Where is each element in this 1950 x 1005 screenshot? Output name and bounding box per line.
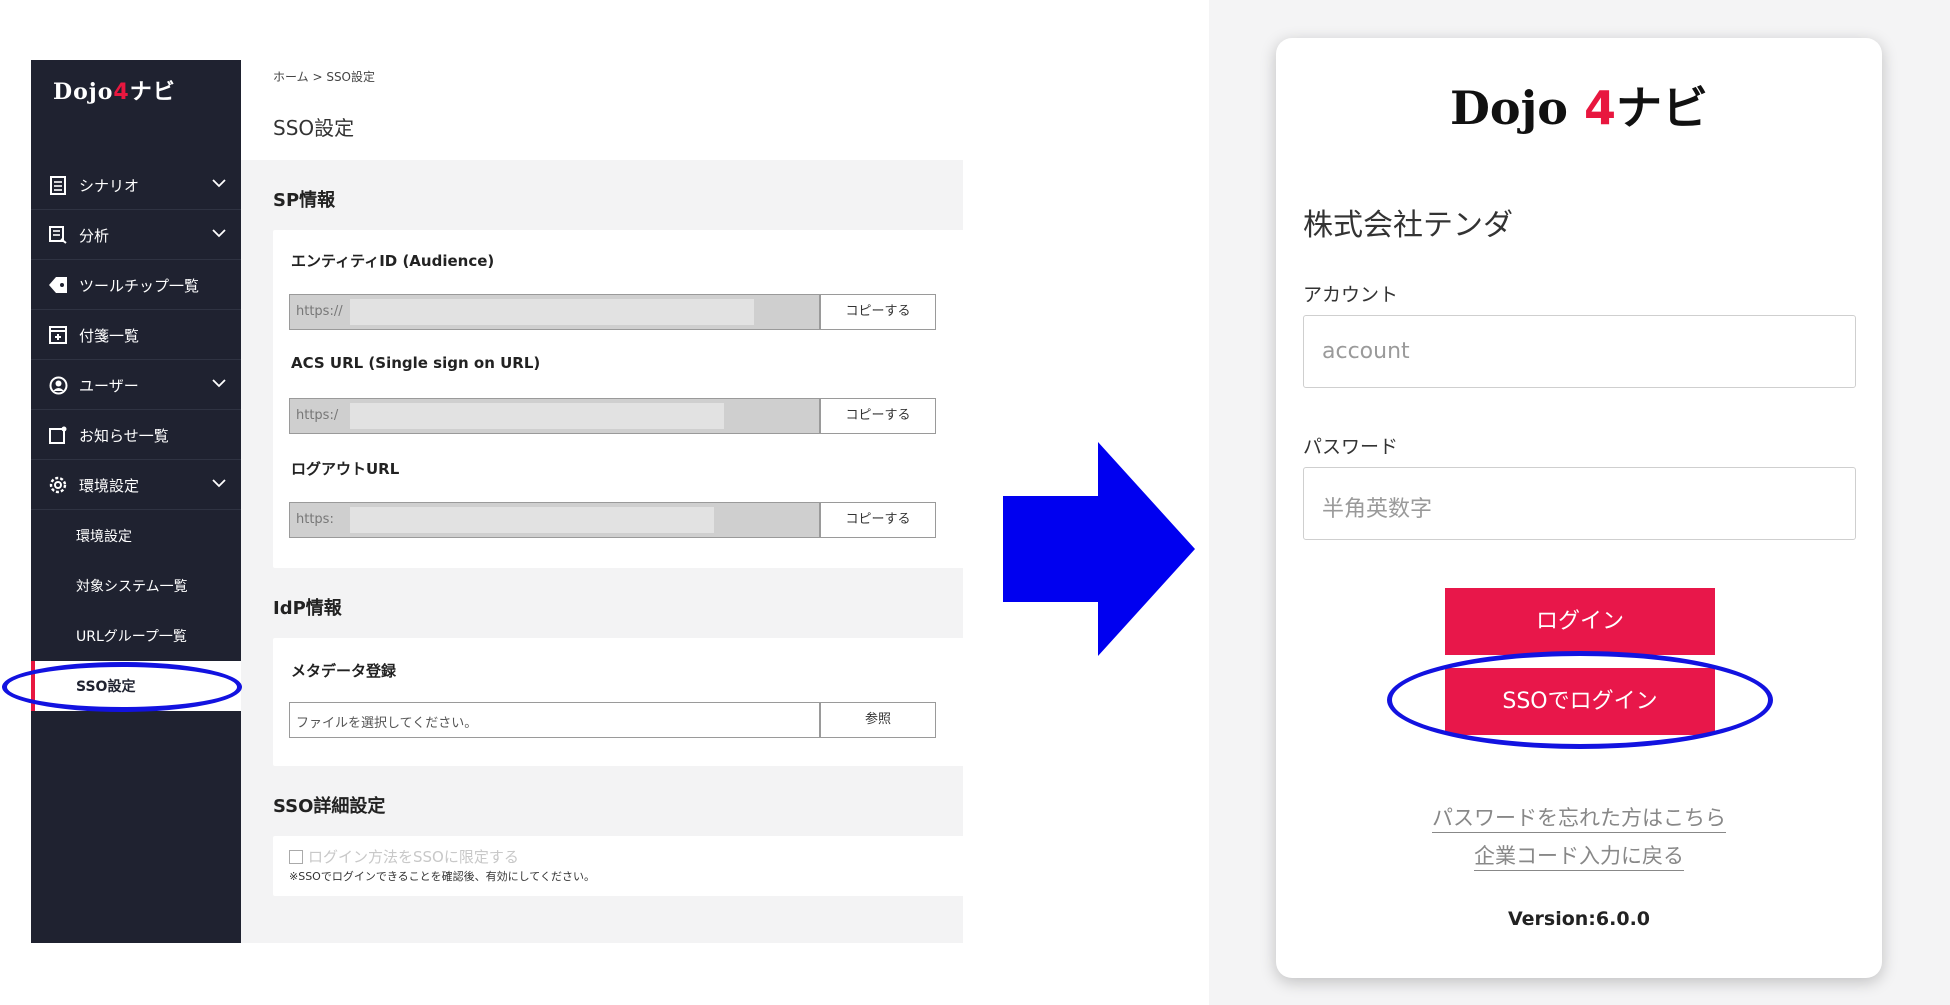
account-label: アカウント bbox=[1303, 284, 1399, 306]
entity-id-label: エンティティID (Audience) bbox=[291, 252, 495, 270]
idp-info-card: メタデータ登録 ファイルを選択してください。 参照 bbox=[273, 638, 963, 766]
highlight-ellipse bbox=[1387, 651, 1773, 749]
notification-icon bbox=[47, 424, 69, 446]
sidebar-item-label: 分析 bbox=[79, 226, 110, 245]
chevron-down-icon bbox=[212, 479, 226, 488]
idp-section-title: IdP情報 bbox=[273, 598, 342, 619]
sidebar-item-scenario[interactable]: シナリオ bbox=[31, 161, 241, 210]
logout-url-label: ログアウトURL bbox=[291, 460, 400, 478]
sso-detail-title: SSO詳細設定 bbox=[273, 796, 386, 817]
copy-logout-url-button[interactable]: コピーする bbox=[820, 502, 936, 538]
tag-icon bbox=[47, 274, 69, 296]
sidebar-item-notifications[interactable]: お知らせ一覧 bbox=[31, 411, 241, 460]
version-label: Version:6.0.0 bbox=[1507, 908, 1651, 930]
metadata-file-input[interactable]: ファイルを選択してください。 bbox=[289, 702, 820, 738]
sidebar-item-label: 付箋一覧 bbox=[79, 326, 140, 345]
sidebar: Dojo4ナビ シナリオ 分析 ツールチップ一覧 付箋一覧 ユーザー お知らせ一… bbox=[31, 60, 241, 943]
sidebar-item-tooltips[interactable]: ツールチップ一覧 bbox=[31, 261, 241, 310]
copy-acs-url-button[interactable]: コピーする bbox=[820, 398, 936, 434]
sidebar-item-label: シナリオ bbox=[79, 176, 140, 195]
password-label: パスワード bbox=[1303, 436, 1399, 458]
chevron-down-icon bbox=[212, 379, 226, 388]
forgot-password-link[interactable]: パスワードを忘れた方はこちら bbox=[1276, 802, 1882, 833]
highlight-ellipse bbox=[2, 662, 242, 712]
sidebar-item-users[interactable]: ユーザー bbox=[31, 361, 241, 410]
user-circle-icon bbox=[47, 374, 69, 396]
sso-note: ※SSOでログインできることを確認後、有効にしてください。 bbox=[289, 870, 595, 883]
acs-url-field[interactable]: https:/ bbox=[289, 398, 820, 434]
arrow-right-icon bbox=[1003, 442, 1195, 656]
analytics-icon bbox=[47, 224, 69, 246]
breadcrumb[interactable]: ホーム > SSO設定 bbox=[273, 68, 375, 85]
logout-url-field[interactable]: https: bbox=[289, 502, 820, 538]
main-content: ホーム > SSO設定 SSO設定 SP情報 エンティティID (Audienc… bbox=[241, 60, 963, 943]
copy-entity-id-button[interactable]: コピーする bbox=[820, 294, 936, 330]
browse-button[interactable]: 参照 bbox=[820, 702, 936, 738]
sidebar-item-label: ユーザー bbox=[79, 376, 139, 395]
sticky-note-icon bbox=[47, 324, 69, 346]
sidebar-item-label: 環境設定 bbox=[79, 476, 140, 495]
admin-screenshot: Dojo4ナビ シナリオ 分析 ツールチップ一覧 付箋一覧 ユーザー お知らせ一… bbox=[31, 60, 963, 943]
sso-detail-card: ログイン方法をSSOに限定する ※SSOでログインできることを確認後、有効にして… bbox=[273, 836, 963, 896]
sidebar-item-analytics[interactable]: 分析 bbox=[31, 211, 241, 260]
sidebar-subitem-target-systems[interactable]: 対象システム一覧 bbox=[31, 561, 241, 611]
sidebar-item-sticky-notes[interactable]: 付箋一覧 bbox=[31, 311, 241, 360]
company-name: 株式会社テンダ bbox=[1303, 208, 1513, 243]
entity-id-field[interactable]: https:// bbox=[289, 294, 820, 330]
sidebar-subitem-environment[interactable]: 環境設定 bbox=[31, 511, 241, 561]
login-logo: Dojo 4ナビ bbox=[1450, 81, 1708, 135]
sidebar-subitem-url-groups[interactable]: URLグループ一覧 bbox=[31, 611, 241, 661]
metadata-label: メタデータ登録 bbox=[291, 662, 397, 680]
page-header: ホーム > SSO設定 SSO設定 bbox=[241, 60, 963, 160]
chevron-down-icon bbox=[212, 229, 226, 238]
restrict-sso-label: ログイン方法をSSOに限定する bbox=[308, 848, 519, 866]
gear-icon bbox=[47, 474, 69, 496]
sp-info-card: エンティティID (Audience) https:// コピーする ACS U… bbox=[273, 230, 963, 568]
sidebar-item-environment[interactable]: 環境設定 bbox=[31, 461, 241, 510]
page-title: SSO設定 bbox=[273, 116, 355, 140]
login-button[interactable]: ログイン bbox=[1445, 588, 1715, 655]
account-input[interactable]: account bbox=[1303, 315, 1856, 388]
sidebar-item-label: ツールチップ一覧 bbox=[79, 276, 200, 295]
acs-url-label: ACS URL (Single sign on URL) bbox=[291, 354, 541, 372]
chevron-down-icon bbox=[212, 179, 226, 188]
restrict-sso-checkbox[interactable] bbox=[289, 849, 303, 864]
document-icon bbox=[47, 174, 69, 196]
password-input[interactable]: 半角英数字 bbox=[1303, 467, 1856, 540]
restrict-sso-option[interactable]: ログイン方法をSSOに限定する bbox=[289, 846, 519, 867]
sidebar-item-label: お知らせ一覧 bbox=[79, 426, 169, 445]
sidebar-logo[interactable]: Dojo4ナビ bbox=[53, 74, 176, 106]
sp-section-title: SP情報 bbox=[273, 190, 336, 211]
login-card: Dojo 4ナビ 株式会社テンダ アカウント account パスワード 半角英… bbox=[1276, 38, 1882, 978]
back-to-company-code-link[interactable]: 企業コード入力に戻る bbox=[1276, 840, 1882, 871]
